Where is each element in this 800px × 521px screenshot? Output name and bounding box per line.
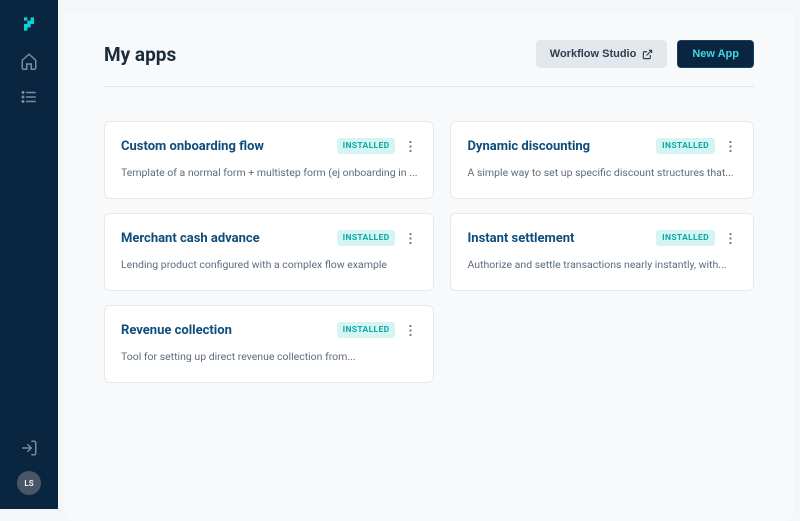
main: My apps Workflow Studio New App Custom o… xyxy=(58,0,800,509)
more-icon[interactable] xyxy=(403,138,417,154)
workflow-studio-label: Workflow Studio xyxy=(550,48,637,60)
installed-badge: INSTALLED xyxy=(656,138,715,154)
workflow-studio-button[interactable]: Workflow Studio xyxy=(536,40,668,68)
sidebar: LS xyxy=(0,0,58,509)
app-title[interactable]: Custom onboarding flow xyxy=(121,139,329,154)
app-title[interactable]: Merchant cash advance xyxy=(121,231,329,246)
avatar[interactable]: LS xyxy=(17,471,41,495)
app-desc: Authorize and settle transactions nearly… xyxy=(467,258,737,271)
new-app-button[interactable]: New App xyxy=(677,40,754,68)
logout-icon[interactable] xyxy=(20,439,38,457)
more-icon[interactable] xyxy=(403,230,417,246)
content-panel: My apps Workflow Studio New App Custom o… xyxy=(64,12,794,521)
app-title[interactable]: Instant settlement xyxy=(467,231,648,246)
installed-badge: INSTALLED xyxy=(337,138,396,154)
app-card: Custom onboarding flow INSTALLED Templat… xyxy=(104,121,434,199)
list-icon[interactable] xyxy=(20,88,38,106)
app-desc: Template of a normal form + multistep fo… xyxy=(121,166,417,179)
app-desc: Tool for setting up direct revenue colle… xyxy=(121,350,417,363)
installed-badge: INSTALLED xyxy=(656,230,715,246)
installed-badge: INSTALLED xyxy=(337,230,396,246)
app-card: Dynamic discounting INSTALLED A simple w… xyxy=(450,121,754,199)
app-card: Instant settlement INSTALLED Authorize a… xyxy=(450,213,754,291)
more-icon[interactable] xyxy=(723,138,737,154)
header: My apps Workflow Studio New App xyxy=(104,40,754,87)
apps-grid: Custom onboarding flow INSTALLED Templat… xyxy=(104,121,754,383)
app-card: Merchant cash advance INSTALLED Lending … xyxy=(104,213,434,291)
header-actions: Workflow Studio New App xyxy=(536,40,754,68)
logo-icon[interactable] xyxy=(19,14,39,34)
page-title: My apps xyxy=(104,43,176,66)
home-icon[interactable] xyxy=(20,52,38,70)
new-app-label: New App xyxy=(692,48,739,60)
more-icon[interactable] xyxy=(723,230,737,246)
app-card: Revenue collection INSTALLED Tool for se… xyxy=(104,305,434,383)
installed-badge: INSTALLED xyxy=(337,322,396,338)
app-desc: Lending product configured with a comple… xyxy=(121,258,417,271)
app-desc: A simple way to set up specific discount… xyxy=(467,166,737,179)
app-title[interactable]: Revenue collection xyxy=(121,323,329,338)
external-link-icon xyxy=(642,49,653,60)
app-title[interactable]: Dynamic discounting xyxy=(467,139,648,154)
more-icon[interactable] xyxy=(403,322,417,338)
